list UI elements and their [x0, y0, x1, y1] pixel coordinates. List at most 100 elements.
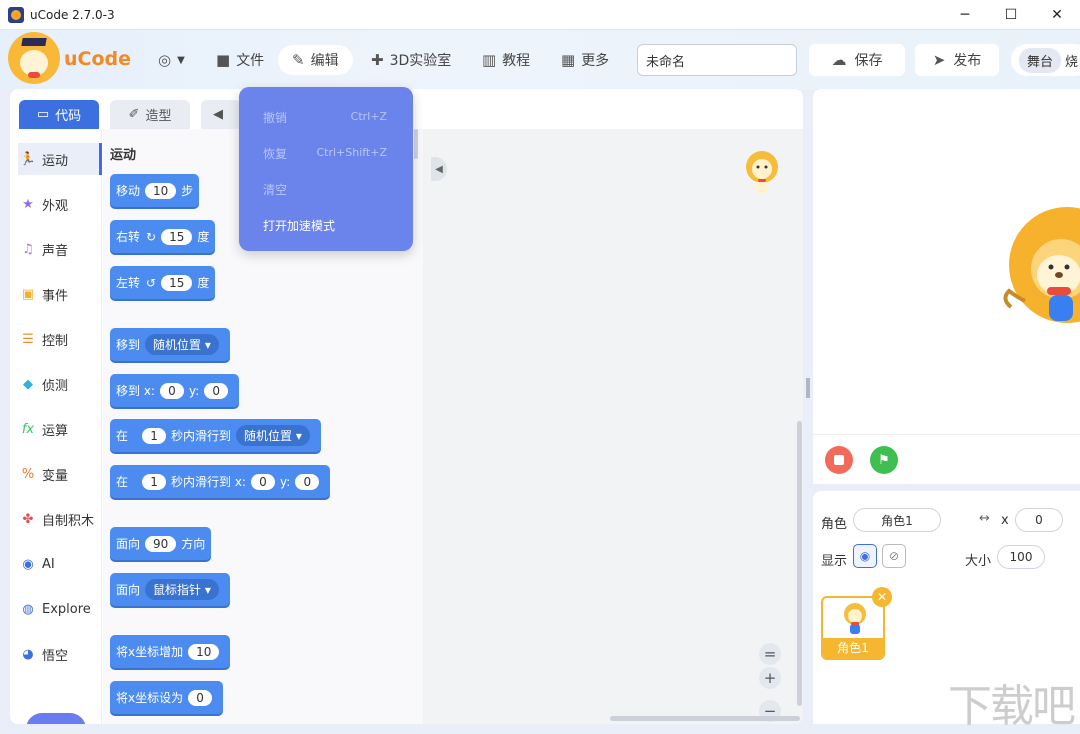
menu-item-clear[interactable]: 清空	[263, 181, 287, 198]
chevron-left-icon: ◀	[435, 163, 443, 175]
project-name-input[interactable]	[637, 44, 797, 76]
maximize-button[interactable]: ☐	[988, 0, 1034, 30]
stage-mode-toggle[interactable]: 舞台 烧	[1011, 44, 1080, 76]
category-explore[interactable]: ◍ Explore	[18, 593, 102, 625]
block-text: 面向	[116, 537, 141, 551]
stage-canvas[interactable]	[813, 89, 1080, 434]
block-goto[interactable]: 移到 随机位置 ▾	[110, 328, 230, 361]
block-glide-xy[interactable]: 在 1 秒内滑行到 x: 0 y: 0	[110, 465, 331, 498]
minimize-button[interactable]: ─	[942, 0, 988, 30]
block-text: 在	[116, 429, 129, 443]
speaker-icon: ◀	[213, 107, 223, 122]
block-change-x[interactable]: 将x坐标增加 10	[110, 635, 231, 668]
language-menu[interactable]: ◎ ▼	[158, 45, 185, 75]
close-button[interactable]: ✕	[1034, 0, 1080, 30]
category-motion[interactable]: 🏃 运动	[18, 143, 102, 175]
block-point-towards[interactable]: 面向 鼠标指针 ▾	[110, 573, 230, 606]
category-sensing[interactable]: ◆ 侦测	[18, 368, 102, 400]
category-wukong[interactable]: ◕ 悟空	[18, 638, 102, 670]
menu-item-turbo-mode[interactable]: 打开加速模式	[263, 217, 335, 234]
menu-item-redo[interactable]: 恢复	[263, 145, 287, 162]
palette-scrollbar[interactable]	[414, 129, 418, 159]
block-input[interactable]: 15	[161, 228, 193, 245]
block-input[interactable]: 10	[145, 182, 177, 199]
zoom-reset-button[interactable]: =	[759, 643, 781, 665]
menu-tutorial-label: 教程	[502, 53, 531, 69]
category-looks[interactable]: ★ 外观	[18, 188, 102, 220]
block-input[interactable]: 1	[142, 427, 167, 444]
menu-file[interactable]: ■ 文件	[216, 45, 264, 75]
hide-sprite-eye-icon[interactable]: ⊘	[882, 544, 906, 568]
send-icon: ➤	[932, 51, 946, 69]
delete-sprite-icon[interactable]: ✕	[872, 587, 892, 607]
stop-button[interactable]	[825, 446, 853, 474]
block-input[interactable]: 10	[188, 643, 220, 660]
category-variables[interactable]: % 变量	[18, 458, 102, 490]
book-icon: ▥	[482, 51, 497, 69]
block-input[interactable]: 0	[295, 473, 320, 490]
show-sprite-eye-icon[interactable]: ◉	[853, 544, 877, 568]
block-set-x[interactable]: 将x坐标设为 0	[110, 681, 224, 714]
block-input[interactable]: 1	[142, 473, 167, 490]
menu-more[interactable]: ▦ 更多	[561, 45, 609, 75]
block-text: y:	[188, 383, 200, 398]
sprite-card[interactable]: 角色1	[821, 596, 885, 660]
block-goto-xy[interactable]: 移到 x: 0 y: 0	[110, 374, 240, 407]
category-label: 事件	[42, 288, 69, 304]
category-label: 侦测	[42, 378, 69, 394]
star-icon: ★	[22, 196, 34, 212]
show-label: 显示	[821, 554, 848, 569]
green-flag-button[interactable]: ⚑	[870, 446, 898, 474]
pane-splitter-handle[interactable]	[806, 378, 810, 398]
block-turn-right[interactable]: 右转 ↻ 15 度	[110, 220, 216, 253]
block-input[interactable]: 0	[159, 382, 184, 399]
lion-sprite[interactable]	[1001, 207, 1080, 325]
menu-3d-lab[interactable]: ✚ 3D实验室	[371, 45, 451, 75]
save-button[interactable]: ☁ 保存	[809, 44, 905, 76]
add-extension-icon: ⊞	[49, 720, 62, 725]
category-custom-blocks[interactable]: ✤ 自制积木	[18, 503, 102, 535]
code-workspace[interactable]: ◀ + −	[423, 129, 803, 724]
block-input[interactable]: 0	[188, 689, 213, 706]
menu-tutorial[interactable]: ▥ 教程	[482, 45, 530, 75]
x-label: x	[1001, 513, 1009, 528]
collapse-palette-button[interactable]: ◀	[431, 157, 447, 181]
code-block-icon: ▭	[36, 107, 50, 122]
block-dropdown[interactable]: 随机位置 ▾	[145, 334, 219, 355]
block-move[interactable]: 移动 10 步	[110, 174, 200, 207]
block-turn-left[interactable]: 左转 ↺ 15 度	[110, 266, 216, 299]
category-events[interactable]: ▣ 事件	[18, 278, 102, 310]
zoom-in-button[interactable]: +	[759, 667, 781, 689]
block-input[interactable]: 15	[161, 274, 193, 291]
publish-button[interactable]: ➤ 发布	[915, 44, 999, 76]
block-dropdown[interactable]: 随机位置 ▾	[236, 425, 310, 446]
workspace-scrollbar-horizontal[interactable]	[610, 716, 800, 721]
block-input[interactable]: 0	[204, 382, 229, 399]
sprite-name-label: 角色	[821, 517, 848, 532]
tab-costume[interactable]: ✐ 造型	[110, 100, 190, 129]
category-control[interactable]: ☰ 控制	[18, 323, 102, 355]
tab-sound[interactable]: ◀	[201, 100, 241, 129]
block-input[interactable]: 90	[145, 535, 177, 552]
category-ai[interactable]: ◉ AI	[18, 548, 102, 580]
ai-icon: ◉	[22, 556, 34, 572]
block-point-direction[interactable]: 面向 90 方向	[110, 527, 212, 560]
undo-shortcut: Ctrl+Z	[350, 110, 387, 123]
category-label: 控制	[42, 333, 69, 349]
rotate-ccw-icon: ↺	[146, 275, 157, 290]
redo-shortcut: Ctrl+Shift+Z	[316, 146, 387, 159]
menu-edit[interactable]: ✎ 编辑	[278, 45, 353, 75]
x-position-input[interactable]: 0	[1015, 508, 1063, 532]
block-glide[interactable]: 在 1 秒内滑行到 随机位置 ▾	[110, 419, 321, 452]
sprite-name-input[interactable]: 角色1	[853, 508, 941, 532]
flag-icon: ⚑	[878, 452, 890, 468]
workspace-scrollbar-vertical[interactable]	[797, 421, 802, 706]
tab-code[interactable]: ▭ 代码	[19, 100, 99, 129]
block-dropdown[interactable]: 鼠标指针 ▾	[145, 579, 219, 600]
category-operators[interactable]: fx 运算	[18, 413, 102, 445]
category-sound[interactable]: ♫ 声音	[18, 233, 102, 265]
size-input[interactable]: 100	[997, 545, 1045, 569]
add-extension-button[interactable]: ⊞	[26, 713, 86, 724]
menu-item-undo[interactable]: 撤销	[263, 109, 287, 126]
block-input[interactable]: 0	[250, 473, 275, 490]
